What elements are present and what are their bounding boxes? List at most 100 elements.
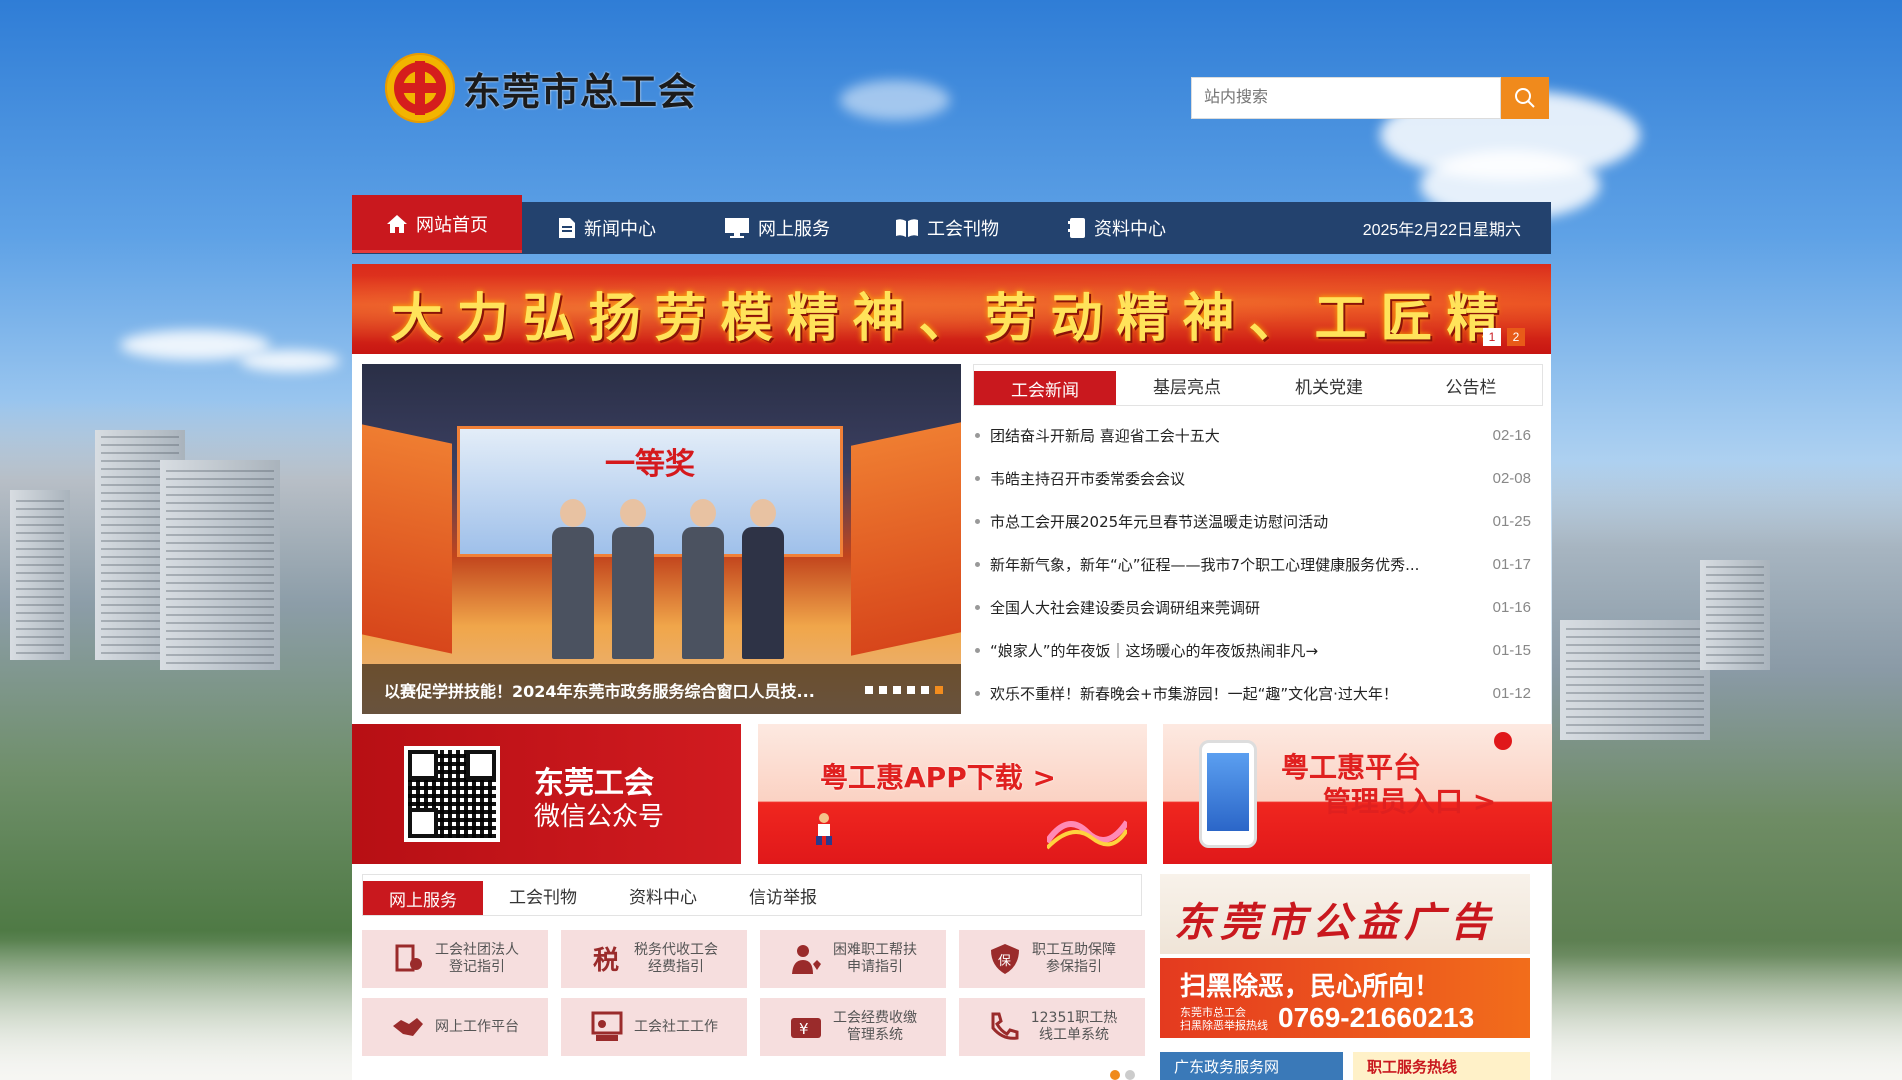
anti-crime-org: 东莞市总工会 扫黑除恶举报热线 xyxy=(1180,1006,1268,1032)
svg-text:税: 税 xyxy=(593,946,619,976)
service-label: 税务代收工会 经费指引 xyxy=(634,942,718,975)
building xyxy=(10,490,70,660)
news-item[interactable]: 市总工会开展2025年元旦春节送温暖走访慰问活动 01-25 xyxy=(973,500,1543,543)
ad-pager-dot[interactable] xyxy=(1110,1070,1120,1080)
slide-dot[interactable] xyxy=(879,686,887,694)
search-icon xyxy=(1515,88,1535,108)
worker-hotline-link[interactable]: 职工服务热线 xyxy=(1353,1052,1530,1080)
banner-page-2[interactable]: 2 xyxy=(1507,328,1525,346)
nav-publications[interactable]: 工会刊物 xyxy=(862,202,1032,254)
search-input[interactable] xyxy=(1191,77,1501,119)
news-date: 01-16 xyxy=(1492,599,1531,616)
news-section: 工会新闻 基层亮点 机关党建 公告栏 团结奋斗开新局 喜迎省工会十五大 02-16… xyxy=(973,364,1543,714)
service-item[interactable]: 工会社团法人 登记指引 xyxy=(362,930,548,988)
service-item[interactable]: 保 职工互助保障 参保指引 xyxy=(959,930,1145,988)
service-item[interactable]: 税 税务代收工会 经费指引 xyxy=(561,930,747,988)
news-item[interactable]: 团结奋斗开新局 喜迎省工会十五大 02-16 xyxy=(973,414,1543,457)
news-date: 01-25 xyxy=(1492,513,1531,530)
search-bar xyxy=(1191,77,1549,119)
news-item[interactable]: 全国人大社会建设委员会调研组来莞调研 01-16 xyxy=(973,586,1543,629)
anti-crime-title: 扫黑除恶，民心所向！ xyxy=(1180,972,1441,1002)
gov-service-link[interactable]: 广东政务服务网 xyxy=(1160,1052,1343,1080)
news-date: 01-17 xyxy=(1492,556,1531,573)
app-download-promo[interactable]: 粤工惠APP下载 > xyxy=(758,724,1147,864)
sky-cloud xyxy=(840,80,950,120)
ad-pager-dot[interactable] xyxy=(1125,1070,1135,1080)
bullet-icon xyxy=(975,519,980,524)
tab-petition[interactable]: 信访举报 xyxy=(723,875,843,915)
news-tabs: 工会新闻 基层亮点 机关党建 公告栏 xyxy=(973,364,1543,406)
tab-union-news[interactable]: 工会新闻 xyxy=(974,371,1116,405)
services-tabs: 网上服务 工会刊物 资料中心 信访举报 xyxy=(362,874,1142,916)
building xyxy=(160,460,280,670)
news-title[interactable]: 新年新气象，新年“心”征程——我市7个职工心理健康服务优秀... xyxy=(990,554,1471,575)
service-item[interactable]: 网上工作平台 xyxy=(362,998,548,1056)
news-title[interactable]: 团结奋斗开新局 喜迎省工会十五大 xyxy=(990,425,1471,446)
slide-dot[interactable] xyxy=(921,686,929,694)
stage-decoration xyxy=(851,422,961,656)
tab-grassroots[interactable]: 基层亮点 xyxy=(1116,365,1258,405)
service-item[interactable]: 困难职工帮扶 申请指引 xyxy=(760,930,946,988)
public-ad-title: 东莞市公益广告库 xyxy=(1174,899,1496,946)
anti-crime-banner[interactable]: 扫黑除恶，民心所向！ 东莞市总工会 扫黑除恶举报热线 0769-21660213 xyxy=(1160,958,1530,1038)
home-icon xyxy=(387,215,407,233)
services-section: 网上服务 工会刊物 资料中心 信访举报 工会社团法人 登记指引 税 税务代收工会… xyxy=(362,874,1145,1056)
tab-notice-board[interactable]: 公告栏 xyxy=(1400,365,1542,405)
nav-publications-label: 工会刊物 xyxy=(927,219,999,240)
news-slideshow[interactable]: 一等奖 以赛促学拼技能！2024年东莞市政务服务综合窗口人员技... xyxy=(362,364,961,714)
news-date: 01-12 xyxy=(1492,685,1531,702)
news-title[interactable]: 韦皓主持召开市委常委会会议 xyxy=(990,468,1471,489)
site-title: 东莞市总工会 xyxy=(463,68,698,114)
runner-icon xyxy=(816,813,832,845)
banner-page-1[interactable]: 1 xyxy=(1483,328,1501,346)
slogan-banner[interactable]: 大力弘扬劳模精神、劳动精神、工匠精神！ 1 2 xyxy=(352,264,1551,354)
news-title[interactable]: 全国人大社会建设委员会调研组来莞调研 xyxy=(990,597,1471,618)
service-label: 工会社工工作 xyxy=(634,1018,718,1035)
person-figure xyxy=(742,499,784,659)
slide-dot-active[interactable] xyxy=(935,686,943,694)
search-button[interactable] xyxy=(1501,77,1549,119)
admin-portal-subtitle: 管理员入口 > xyxy=(1323,785,1497,818)
news-item[interactable]: 新年新气象，新年“心”征程——我市7个职工心理健康服务优秀... 01-17 xyxy=(973,543,1543,586)
tab-online-service[interactable]: 网上服务 xyxy=(363,881,483,915)
news-item[interactable]: “娘家人”的年夜饭｜这场暖心的年夜饭热闹非凡→ 01-15 xyxy=(973,629,1543,672)
nav-news[interactable]: 新闻中心 xyxy=(522,202,692,254)
service-item[interactable]: 工会社工工作 xyxy=(561,998,747,1056)
wechat-promo[interactable]: 东莞工会 微信公众号 xyxy=(352,724,741,864)
nav-online-service[interactable]: 网上服务 xyxy=(692,202,862,254)
news-item[interactable]: 韦皓主持召开市委常委会会议 02-08 xyxy=(973,457,1543,500)
site-logo[interactable]: 东莞市总工会 xyxy=(385,53,697,123)
service-item[interactable]: 12351职工热 线工单系统 xyxy=(959,998,1145,1056)
nav-home-label: 网站首页 xyxy=(416,215,488,236)
stage-title: 一等奖 xyxy=(605,447,695,482)
news-item[interactable]: 欢乐不重样！新春晚会+市集游园！一起“趣”文化宫·过大年！ 01-12 xyxy=(973,672,1543,715)
news-title[interactable]: “娘家人”的年夜饭｜这场暖心的年夜饭热闹非凡→ xyxy=(990,640,1471,661)
ad-pager xyxy=(1110,1070,1135,1080)
slide-dot[interactable] xyxy=(907,686,915,694)
tax-icon: 税 xyxy=(593,946,619,976)
service-label: 网上工作平台 xyxy=(435,1018,519,1035)
decor-dot xyxy=(1494,732,1512,750)
service-item[interactable]: ¥ 工会经费收缴 管理系统 xyxy=(760,998,946,1056)
news-date: 01-15 xyxy=(1492,642,1531,659)
admin-portal-promo[interactable]: 粤工惠平台 管理员入口 > xyxy=(1163,724,1552,864)
book-icon xyxy=(896,219,918,237)
service-label: 职工互助保障 参保指引 xyxy=(1032,942,1116,975)
stage-decoration xyxy=(362,424,452,654)
bullet-icon xyxy=(975,476,980,481)
news-title[interactable]: 市总工会开展2025年元旦春节送温暖走访慰问活动 xyxy=(990,511,1471,532)
slide-caption-bar: 以赛促学拼技能！2024年东莞市政务服务综合窗口人员技... xyxy=(362,664,961,714)
news-title[interactable]: 欢乐不重样！新春晚会+市集游园！一起“趣”文化宫·过大年！ xyxy=(990,683,1471,704)
slide-dot[interactable] xyxy=(893,686,901,694)
public-ad-library-banner[interactable]: 东莞市公益广告库 xyxy=(1160,874,1530,954)
nav-home[interactable]: 网站首页 xyxy=(352,195,522,253)
building xyxy=(1700,560,1770,670)
fund-icon: ¥ xyxy=(791,1018,821,1038)
tab-publications[interactable]: 工会刊物 xyxy=(483,875,603,915)
slide-caption[interactable]: 以赛促学拼技能！2024年东莞市政务服务综合窗口人员技... xyxy=(384,678,815,702)
anti-crime-phone: 0769-21660213 xyxy=(1278,1002,1475,1033)
tab-resources[interactable]: 资料中心 xyxy=(603,875,723,915)
tab-party-building[interactable]: 机关党建 xyxy=(1258,365,1400,405)
nav-resources[interactable]: 资料中心 xyxy=(1032,202,1202,254)
slide-dot[interactable] xyxy=(865,686,873,694)
